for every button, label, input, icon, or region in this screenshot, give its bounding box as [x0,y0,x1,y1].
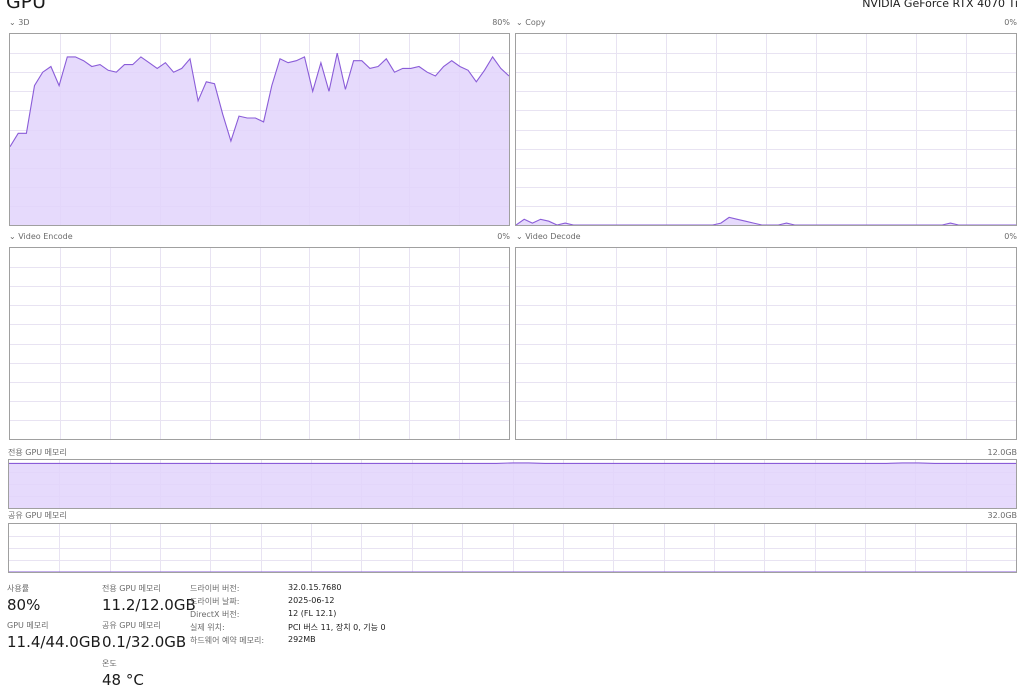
graph-copy-label: Copy [525,18,546,27]
graph-decode-plot [516,248,1016,439]
gpu-memory-label: GPU 메모리 [7,621,49,630]
chevron-down-icon: ⌄ [9,18,16,27]
graph-copy-percent: 0% [1004,18,1017,27]
dedicated-memory-value: 11.2/12.0GB [102,596,196,614]
graph-shared-label: 공유 GPU 메모리 [8,511,67,520]
gpu-memory-value: 11.4/44.0GB [7,633,101,651]
graph-shared-max: 32.0GB [987,511,1018,520]
driver-info-value-4: 292MB [288,635,316,644]
driver-info-label-1: 드라이버 날짜: [190,597,240,606]
graph-shared-grid [9,524,1016,572]
graph-decode-label: Video Decode [525,232,581,241]
graph-dedicated-max: 12.0GB [987,448,1018,457]
driver-info-label-0: 드라이버 버전: [190,584,240,593]
graph-encode-plot [10,248,509,439]
graph-3d-percent: 80% [492,18,510,27]
graph-dedicated-memory[interactable] [8,459,1017,509]
graph-dedicated-label: 전용 GPU 메모리 [8,448,67,457]
driver-info-value-0: 32.0.15.7680 [288,583,342,592]
graph-decode-grid [516,248,1016,439]
driver-info-value-1: 2025-06-12 [288,596,335,605]
temperature-value: 48 °C [102,671,144,689]
shared-memory-value: 0.1/32.0GB [102,633,187,651]
dedicated-memory-label: 전용 GPU 메모리 [102,584,161,593]
chevron-down-icon: ⌄ [516,18,523,27]
graph-copy-grid [516,34,1016,225]
graph-dedicated-plot [9,460,1016,508]
chevron-down-icon: ⌄ [516,232,523,241]
graph-copy-plot [516,34,1016,225]
graph-3d[interactable] [9,33,510,226]
graph-encode-grid [10,248,509,439]
page-title: GPU [6,0,47,13]
graph-3d-area [10,53,509,225]
utilization-label: 사용률 [7,584,30,593]
device-name: NVIDIA GeForce RTX 4070 Ti [862,0,1018,10]
graph-decode-percent: 0% [1004,232,1017,241]
graph-video-encode[interactable] [9,247,510,440]
temperature-label: 온도 [102,659,117,668]
graph-3d-selector[interactable]: ⌄ 3D [9,19,30,27]
graph-copy[interactable] [515,33,1017,226]
driver-info-label-4: 하드웨어 예약 메모리: [190,636,265,645]
graph-encode-selector[interactable]: ⌄ Video Encode [9,233,73,241]
graph-dedicated-line [9,462,1016,464]
graph-shared-plot [9,524,1016,572]
driver-info-label-3: 실제 위치: [190,623,225,632]
graph-copy-selector[interactable]: ⌄ Copy [516,19,546,27]
utilization-value: 80% [7,596,41,614]
driver-info-value-3: PCI 버스 11, 장치 0, 기능 0 [288,623,386,632]
graph-encode-label: Video Encode [18,232,73,241]
graph-encode-percent: 0% [497,232,510,241]
graph-video-decode[interactable] [515,247,1017,440]
graph-decode-selector[interactable]: ⌄ Video Decode [516,233,581,241]
driver-info-label-2: DirectX 버전: [190,610,240,619]
graph-3d-plot [10,34,509,225]
shared-memory-label: 공유 GPU 메모리 [102,621,161,630]
graph-shared-memory[interactable] [8,523,1017,573]
graph-dedicated-area [9,462,1016,508]
chevron-down-icon: ⌄ [9,232,16,241]
driver-info-value-2: 12 (FL 12.1) [288,609,337,618]
graph-3d-label: 3D [18,18,30,27]
